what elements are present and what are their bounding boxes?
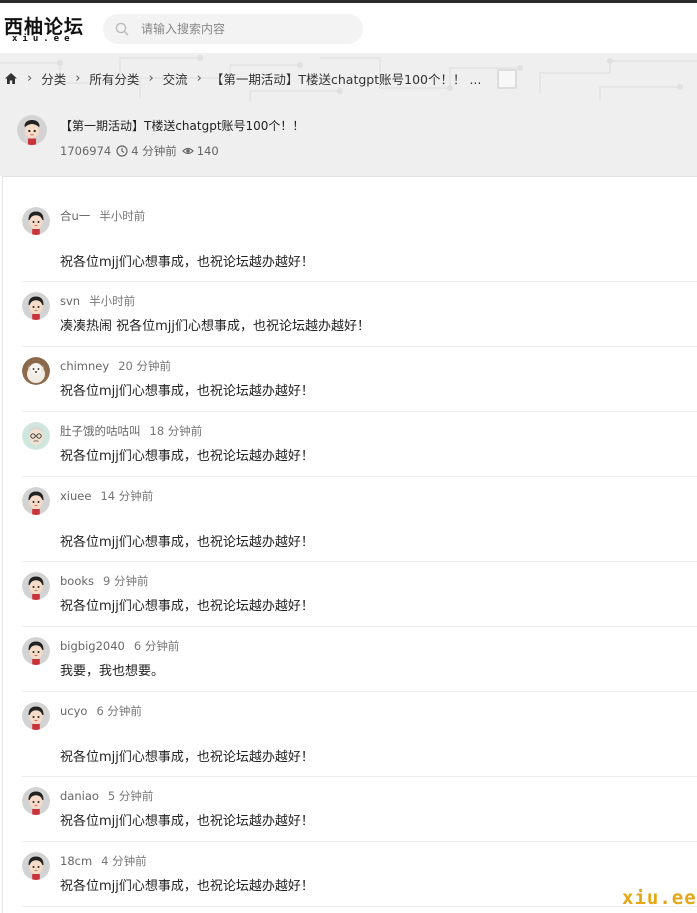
divider: [22, 346, 697, 347]
reply-content: 祝各位mjj们心想事成，也祝论坛越办越好！: [60, 879, 314, 894]
reply-author: ucyo 6 分钟前: [60, 703, 142, 719]
username[interactable]: 合u一: [60, 209, 90, 223]
reply-time: 6 分钟前: [133, 639, 180, 653]
reply-content: 祝各位mjj们心想事成，也祝论坛越办越好！: [60, 750, 314, 765]
reply-content: 祝各位mjj们心想事成，也祝论坛越办越好！: [60, 535, 314, 550]
reply-time: 半小时前: [99, 209, 146, 223]
divider: [22, 776, 697, 777]
watermark: xiu.ee: [622, 887, 697, 909]
topic-id: 1706974: [60, 144, 112, 158]
reply-content: 祝各位mjj们心想事成，也祝论坛越办越好！: [60, 814, 314, 829]
reply-time: 20 分钟前: [118, 359, 171, 373]
reply-author: daniao 5 分钟前: [60, 788, 153, 804]
divider: [22, 561, 697, 562]
divider: [22, 411, 697, 412]
topic-meta: 1706974 4 分钟前 140: [60, 143, 219, 159]
reply-time: 6 分钟前: [96, 704, 142, 718]
reply-author: books 9 分钟前: [60, 573, 149, 589]
topic-views: 140: [196, 144, 219, 158]
avatar[interactable]: [22, 787, 50, 815]
reply-content: 祝各位mjj们心想事成，也祝论坛越办越好！: [60, 255, 314, 270]
banner-square: [497, 69, 517, 89]
breadcrumb-item-topic[interactable]: 【第一期活动】T楼送chatgpt账号100个！！ ...: [211, 69, 482, 88]
reply-content: 祝各位mjj们心想事成，也祝论坛越办越好！: [60, 449, 314, 464]
divider: [22, 691, 697, 692]
reply-author: bigbig2040 6 分钟前: [60, 638, 179, 654]
topic-banner: › 分类 › 所有分类 › 交流 › 【第一期活动】T楼送chatgpt账号10…: [0, 53, 697, 176]
search-input[interactable]: [141, 19, 351, 39]
reply-content: 祝各位mjj们心想事成，也祝论坛越办越好！: [60, 384, 314, 399]
reply-time: 18 分钟前: [149, 424, 203, 438]
site-header: 西柚论坛 xiu.ee: [0, 3, 697, 53]
username[interactable]: 肚子饿的咕咕叫: [60, 424, 141, 438]
username[interactable]: daniao: [60, 789, 99, 803]
breadcrumb-separator: ›: [196, 71, 202, 86]
breadcrumb-separator: ›: [27, 71, 33, 86]
avatar[interactable]: [22, 852, 50, 880]
reply-content: 凑凑热闹 祝各位mjj们心想事成，也祝论坛越办越好！: [60, 319, 371, 334]
breadcrumb-separator: ›: [75, 71, 81, 86]
reply-author: xiuee 14 分钟前: [60, 488, 153, 504]
divider: [22, 906, 697, 907]
avatar[interactable]: [22, 207, 50, 235]
reply-author: 18cm 4 分钟前: [60, 853, 147, 869]
username[interactable]: ucyo: [60, 704, 87, 718]
avatar[interactable]: [22, 422, 50, 450]
reply-time: 4 分钟前: [101, 854, 147, 868]
reply-author: 肚子饿的咕咕叫 18 分钟前: [60, 423, 202, 439]
reply-time: 9 分钟前: [103, 574, 149, 588]
reply-time: 14 分钟前: [100, 489, 154, 503]
topic-title[interactable]: 【第一期活动】T楼送chatgpt账号100个！！: [60, 117, 304, 134]
username[interactable]: bigbig2040: [60, 639, 125, 653]
reply-content: 祝各位mjj们心想事成，也祝论坛越办越好！: [60, 599, 314, 614]
avatar[interactable]: [17, 115, 47, 145]
username[interactable]: chimney: [60, 359, 109, 373]
topic-time: 4 分钟前: [131, 144, 177, 158]
reply-list: 合u一 半小时前 祝各位mjj们心想事成，也祝论坛越办越好！ svn 半小时前 凑凑…: [2, 176, 697, 913]
search-icon[interactable]: [115, 22, 129, 36]
reply-time: 5 分钟前: [107, 789, 154, 803]
divider: [22, 841, 697, 842]
breadcrumb-item-all-categories[interactable]: 所有分类: [89, 69, 139, 88]
search-box[interactable]: [103, 14, 363, 44]
avatar[interactable]: [22, 487, 50, 515]
clock-icon: [116, 145, 128, 157]
reply-content: 我要，我也想要。: [60, 664, 165, 679]
avatar[interactable]: [22, 702, 50, 730]
username[interactable]: 18cm: [60, 854, 92, 868]
reply-time: 半小时前: [89, 294, 136, 308]
username[interactable]: svn: [60, 294, 80, 308]
breadcrumb-item-category[interactable]: 分类: [41, 69, 66, 88]
reply-author: svn 半小时前: [60, 293, 135, 309]
avatar[interactable]: [22, 357, 50, 385]
avatar[interactable]: [22, 292, 50, 320]
logo-sub-text: xiu.ee: [12, 34, 75, 44]
reply-author: 合u一 半小时前: [60, 208, 145, 224]
divider: [22, 281, 697, 282]
username[interactable]: xiuee: [60, 489, 91, 503]
breadcrumb: › 分类 › 所有分类 › 交流 › 【第一期活动】T楼送chatgpt账号10…: [4, 69, 481, 88]
breadcrumb-item-exchange[interactable]: 交流: [163, 69, 188, 88]
breadcrumb-separator: ›: [148, 71, 154, 86]
avatar[interactable]: [22, 637, 50, 665]
home-icon[interactable]: [4, 72, 18, 85]
reply-author: chimney 20 分钟前: [60, 358, 171, 374]
username[interactable]: books: [60, 574, 94, 588]
avatar[interactable]: [22, 572, 50, 600]
divider: [22, 626, 697, 627]
divider: [22, 476, 697, 477]
site-logo[interactable]: 西柚论坛 xiu.ee: [4, 12, 86, 48]
eye-icon: [181, 147, 194, 155]
